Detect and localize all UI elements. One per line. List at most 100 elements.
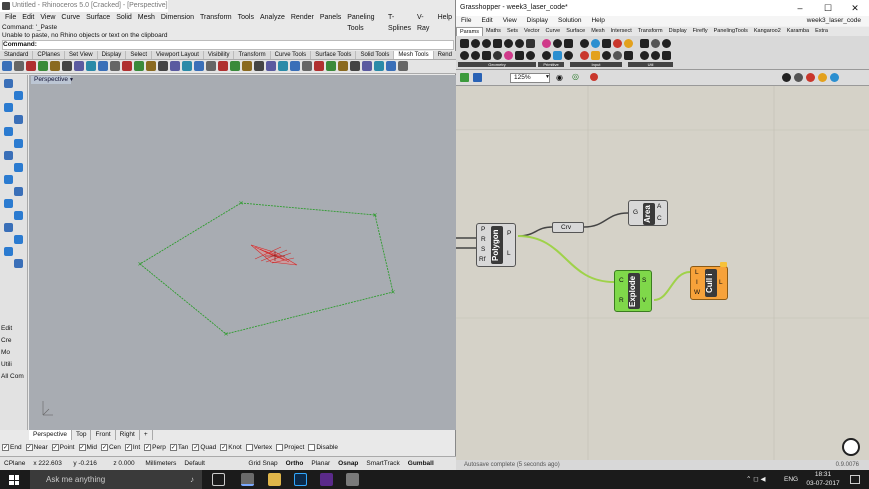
sidebar-tool-icon[interactable] <box>4 199 13 208</box>
osnap-option[interactable]: Disable <box>308 443 338 451</box>
gh-ribbon-component-icon[interactable] <box>471 51 480 60</box>
store-taskbar-icon[interactable] <box>346 473 359 486</box>
rhino-menu-item[interactable]: Dimension <box>158 12 197 23</box>
gh-tab[interactable]: PanelingTools <box>711 27 751 36</box>
toolbar-tool-icon[interactable] <box>278 61 288 71</box>
osnap-checkbox[interactable]: ✓ <box>192 443 200 451</box>
gh-tab[interactable]: Mesh <box>588 27 607 36</box>
rhino-taskbar-icon[interactable] <box>241 473 254 486</box>
sidebar-panel-item[interactable]: All Com <box>1 371 24 383</box>
toolbar-tool-icon[interactable] <box>350 61 360 71</box>
osnap-option[interactable]: Project <box>276 443 304 451</box>
toolbar-tool-icon[interactable] <box>374 61 384 71</box>
sidebar-tool-icon[interactable] <box>14 115 23 124</box>
rhino-menu-item[interactable]: Panels <box>317 12 344 23</box>
toolbar-tab[interactable]: Surface Tools <box>311 51 357 59</box>
navigation-widget-icon[interactable] <box>842 438 860 456</box>
explode-input-r[interactable]: R <box>619 297 624 305</box>
explode-output-v[interactable]: V <box>642 297 646 305</box>
osnap-checkbox[interactable]: ✓ <box>51 443 59 451</box>
osnap-checkbox[interactable]: ✓ <box>25 443 33 451</box>
sidebar-tool-icon[interactable] <box>14 91 23 100</box>
cull-index-component[interactable]: L I W Cull i L <box>690 266 728 300</box>
gh-ribbon-component-icon[interactable] <box>542 39 551 48</box>
area-output-c[interactable]: C <box>657 215 662 223</box>
toolbar-tool-icon[interactable] <box>110 61 120 71</box>
toolbar-tool-icon[interactable] <box>170 61 180 71</box>
toolbar-tool-icon[interactable] <box>50 61 60 71</box>
explode-input-c[interactable]: C <box>619 277 624 285</box>
gh-document-name[interactable]: week3_laser_code <box>807 16 861 26</box>
cull-input-l[interactable]: L <box>695 269 699 277</box>
area-component[interactable]: G Area A C <box>628 200 668 226</box>
gh-ribbon-component-icon[interactable] <box>564 39 573 48</box>
gh-ribbon-group-label[interactable]: Util <box>628 62 673 67</box>
gh-ribbon-group-label[interactable]: Geometry <box>458 62 536 67</box>
toolbar-tool-icon[interactable] <box>158 61 168 71</box>
folder-taskbar-icon[interactable] <box>268 473 281 486</box>
toolbar-tab[interactable]: Display <box>98 51 127 59</box>
toolbar-tab[interactable]: Solid Tools <box>356 51 395 59</box>
toolbar-tool-icon[interactable] <box>230 61 240 71</box>
osnap-checkbox[interactable] <box>245 443 253 451</box>
rhino-menu-item[interactable]: Paneling Tools <box>344 12 385 32</box>
clock-time[interactable]: 18:31 <box>808 471 838 479</box>
status-gumball[interactable]: Gumball <box>404 460 438 467</box>
sidebar-tool-icon[interactable] <box>14 187 23 196</box>
gh-canvas[interactable]: P R S Rf Polygon P L Crv G Area A C C R … <box>456 86 869 460</box>
toolbar-tool-icon[interactable] <box>86 61 96 71</box>
gh-ribbon-component-icon[interactable] <box>651 39 660 48</box>
toolbar-tool-icon[interactable] <box>146 61 156 71</box>
osnap-option[interactable]: ✓ Point <box>51 443 75 451</box>
toolbar-tool-icon[interactable] <box>254 61 264 71</box>
sidebar-panel-item[interactable]: Utili <box>1 359 24 371</box>
gh-ribbon-component-icon[interactable] <box>504 51 513 60</box>
toolbar-tool-icon[interactable] <box>218 61 228 71</box>
tray-icons[interactable]: ⌃ ◻ ◀ <box>746 476 765 484</box>
gh-ribbon-component-icon[interactable] <box>640 39 649 48</box>
gh-tab[interactable]: Extra <box>812 27 831 36</box>
gh-ribbon-component-icon[interactable] <box>580 51 589 60</box>
gh-ribbon-component-icon[interactable] <box>526 51 535 60</box>
gh-menu-item[interactable]: File <box>456 16 476 26</box>
toolbar-tab[interactable]: Standard <box>0 51 34 59</box>
gh-menu-item[interactable]: Edit <box>476 16 497 26</box>
osnap-option[interactable]: ✓ End <box>2 443 22 451</box>
gh-ribbon-group-label[interactable]: Primitive <box>538 62 564 67</box>
viewport-tab[interactable]: Right <box>116 430 140 440</box>
toolbar-tool-icon[interactable] <box>62 61 72 71</box>
gh-ribbon-component-icon[interactable] <box>504 39 513 48</box>
clock-date[interactable]: 03-07-2017 <box>804 480 842 488</box>
cull-input-i[interactable]: I <box>696 279 698 287</box>
crv-param-component[interactable]: Crv <box>552 222 584 233</box>
gh-tab[interactable]: Firefly <box>690 27 711 36</box>
zoom-dropdown-icon[interactable]: ▼ <box>545 74 550 80</box>
polygon-output-l[interactable]: L <box>507 250 511 258</box>
sidebar-tool-icon[interactable] <box>4 247 13 256</box>
polygon-component[interactable]: P R S Rf Polygon P L <box>476 223 516 267</box>
cull-output-l[interactable]: L <box>719 279 723 287</box>
polygon-input-rf[interactable]: Rf <box>479 256 486 264</box>
toolbar-tab[interactable]: Viewport Layout <box>152 51 204 59</box>
gh-ribbon-component-icon[interactable] <box>591 51 600 60</box>
gh-tab[interactable]: Transform <box>635 27 666 36</box>
sidebar-tool-icon[interactable] <box>4 103 13 112</box>
cull-input-w[interactable]: W <box>694 289 700 297</box>
gh-tab[interactable]: Sets <box>504 27 521 36</box>
gh-ribbon-component-icon[interactable] <box>580 39 589 48</box>
gh-menu-item[interactable]: Display <box>522 16 553 26</box>
toolbar-tool-icon[interactable] <box>326 61 336 71</box>
rhino-menu-item[interactable]: Analyze <box>257 12 288 23</box>
gh-ribbon-component-icon[interactable] <box>662 39 671 48</box>
osnap-checkbox[interactable]: ✓ <box>100 443 108 451</box>
sidebar-panel-item[interactable]: Mo <box>1 347 24 359</box>
gh-ribbon-component-icon[interactable] <box>564 51 573 60</box>
polygon-input-s[interactable]: S <box>481 246 485 254</box>
open-file-icon[interactable] <box>460 73 469 82</box>
sketch-icon[interactable] <box>590 73 598 81</box>
sidebar-tool-icon[interactable] <box>14 235 23 244</box>
toolbar-tool-icon[interactable] <box>314 61 324 71</box>
toolbar-tool-icon[interactable] <box>338 61 348 71</box>
gh-tab[interactable]: Kangaroo2 <box>751 27 784 36</box>
gh-ribbon-component-icon[interactable] <box>613 51 622 60</box>
